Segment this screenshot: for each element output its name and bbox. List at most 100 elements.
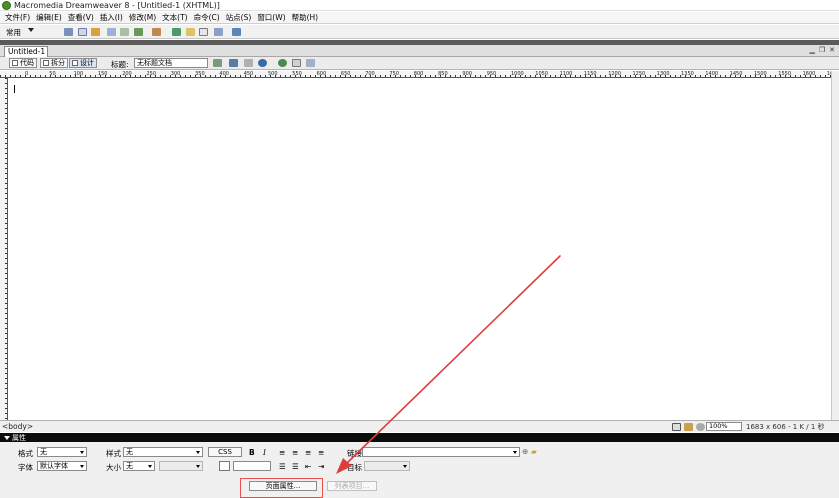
ruler-label: 1400 (705, 71, 719, 77)
format-select[interactable]: 无 (37, 447, 87, 457)
vertical-scrollbar[interactable] (831, 71, 839, 420)
ruler-label: 150 (97, 71, 108, 77)
list-item-button: 列表项目... (327, 481, 377, 491)
collapse-arrow-icon[interactable] (4, 436, 10, 440)
title-bar: Macromedia Dreamweaver 8 - [Untitled-1 (… (0, 0, 839, 11)
comment-icon[interactable] (199, 28, 208, 36)
menu-text[interactable]: 文本(T) (159, 12, 190, 23)
layer-icon[interactable] (120, 28, 129, 36)
ruler-label: 450 (243, 71, 254, 77)
text-color-input[interactable] (233, 461, 271, 471)
media-icon[interactable] (152, 28, 161, 36)
zoom-tool-icon[interactable] (696, 423, 705, 431)
chevron-down-icon (80, 465, 84, 468)
ruler-label: 300 (170, 71, 181, 77)
menu-edit[interactable]: 编辑(E) (33, 12, 65, 23)
named-anchor-icon[interactable] (91, 28, 100, 36)
link-input[interactable] (362, 447, 520, 457)
menu-window[interactable]: 窗口(W) (254, 12, 288, 23)
select-tool-icon[interactable] (672, 423, 681, 431)
menu-insert[interactable]: 插入(I) (97, 12, 126, 23)
chevron-down-icon[interactable] (28, 28, 34, 32)
ruler-label: 950 (486, 71, 497, 77)
menu-commands[interactable]: 命令(C) (191, 12, 223, 23)
font-select[interactable]: 默认字体 (37, 461, 87, 471)
menu-view[interactable]: 查看(V) (65, 12, 97, 23)
browser-check-icon[interactable] (258, 59, 267, 67)
properties-panel: 格式 无 样式 无 CSS B I ≡ ≡ ≡ ≡ 链接 ⊕ ▰ 字体 默认字体… (0, 442, 839, 498)
align-center-icon[interactable]: ≡ (292, 448, 298, 457)
size-select[interactable]: 无 (123, 461, 155, 471)
file-management-icon[interactable] (213, 59, 222, 67)
style-select[interactable]: 无 (123, 447, 203, 457)
design-view-button[interactable]: 设计 (69, 58, 97, 68)
ruler-label: 1200 (608, 71, 621, 77)
align-right-icon[interactable]: ≡ (305, 448, 311, 457)
menu-modify[interactable]: 修改(M) (126, 12, 159, 23)
text-caret (14, 85, 15, 93)
split-view-button[interactable]: 拆分 (40, 58, 68, 68)
insert-category-select[interactable]: 常用 (6, 27, 21, 38)
ruler-label: 600 (316, 71, 327, 77)
unordered-list-icon[interactable]: ☰ (279, 462, 286, 471)
tag-selector-body[interactable]: <body> (2, 422, 33, 431)
server-include-icon[interactable] (186, 28, 195, 36)
view-options-icon[interactable] (292, 59, 301, 67)
ruler-label: 1550 (778, 71, 792, 77)
ruler-label: 1150 (583, 71, 597, 77)
ruler-label: 1250 (632, 71, 646, 77)
style-label: 样式 (106, 449, 121, 458)
refresh-icon[interactable] (278, 59, 287, 67)
indent-icon[interactable]: ⇥ (318, 462, 324, 471)
table-icon[interactable] (107, 28, 116, 36)
document-title-input[interactable]: 无标题文档 (134, 58, 208, 68)
browse-folder-icon[interactable]: ▰ (531, 447, 537, 456)
visual-aids-icon[interactable] (306, 59, 315, 67)
minimize-icon[interactable]: ▁ (809, 46, 814, 54)
check-errors-icon[interactable] (244, 59, 253, 67)
ruler-label: 1350 (681, 71, 694, 77)
code-view-button[interactable]: 代码 (9, 58, 37, 68)
ordered-list-icon[interactable]: ☰ (292, 462, 299, 471)
split-view-icon (43, 60, 49, 66)
ruler-label: 1000 (511, 71, 524, 77)
hand-tool-icon[interactable] (684, 423, 693, 431)
properties-panel-header[interactable]: 属性 (0, 433, 839, 442)
restore-icon[interactable]: ❐ (819, 46, 825, 54)
menu-file[interactable]: 文件(F) (2, 12, 33, 23)
target-label: 目标 (347, 463, 362, 472)
format-label: 格式 (18, 449, 33, 458)
tag-chooser-icon[interactable] (232, 28, 241, 36)
window-size-info: 1683 x 606 - 1 K / 1 秒 (746, 423, 825, 431)
tab-untitled-1[interactable]: Untitled-1 (4, 46, 48, 57)
ruler-label: 650 (340, 71, 351, 77)
bold-button[interactable]: B (249, 448, 255, 457)
date-icon[interactable] (172, 28, 181, 36)
justify-icon[interactable]: ≡ (318, 448, 324, 457)
document-tab-strip: Untitled-1 ▁ ❐ ✕ (0, 45, 839, 57)
text-color-swatch[interactable] (219, 461, 230, 471)
point-to-file-icon[interactable]: ⊕ (522, 447, 528, 456)
template-icon[interactable] (214, 28, 223, 36)
image-icon[interactable] (134, 28, 143, 36)
insert-toolbar: 常用 (0, 25, 839, 39)
zoom-select[interactable]: 100% (706, 422, 742, 431)
ruler-label: 1100 (559, 71, 573, 77)
outdent-icon[interactable]: ⇤ (305, 462, 311, 471)
italic-button[interactable]: I (263, 448, 266, 457)
align-left-icon[interactable]: ≡ (279, 448, 285, 457)
ruler-label: 250 (146, 71, 157, 77)
menu-site[interactable]: 站点(S) (223, 12, 255, 23)
design-canvas[interactable] (9, 79, 831, 420)
size-value: 无 (126, 462, 133, 470)
design-view-icon (72, 60, 78, 66)
email-link-icon[interactable] (78, 28, 87, 36)
menu-help[interactable]: 帮助(H) (289, 12, 322, 23)
close-icon[interactable]: ✕ (829, 46, 835, 54)
design-view-label: 设计 (80, 59, 94, 67)
ruler-label: 900 (462, 71, 472, 77)
ruler-label: 400 (219, 71, 229, 77)
hyperlink-icon[interactable] (64, 28, 73, 36)
css-button[interactable]: CSS (208, 447, 242, 457)
preview-browser-icon[interactable] (229, 59, 238, 67)
